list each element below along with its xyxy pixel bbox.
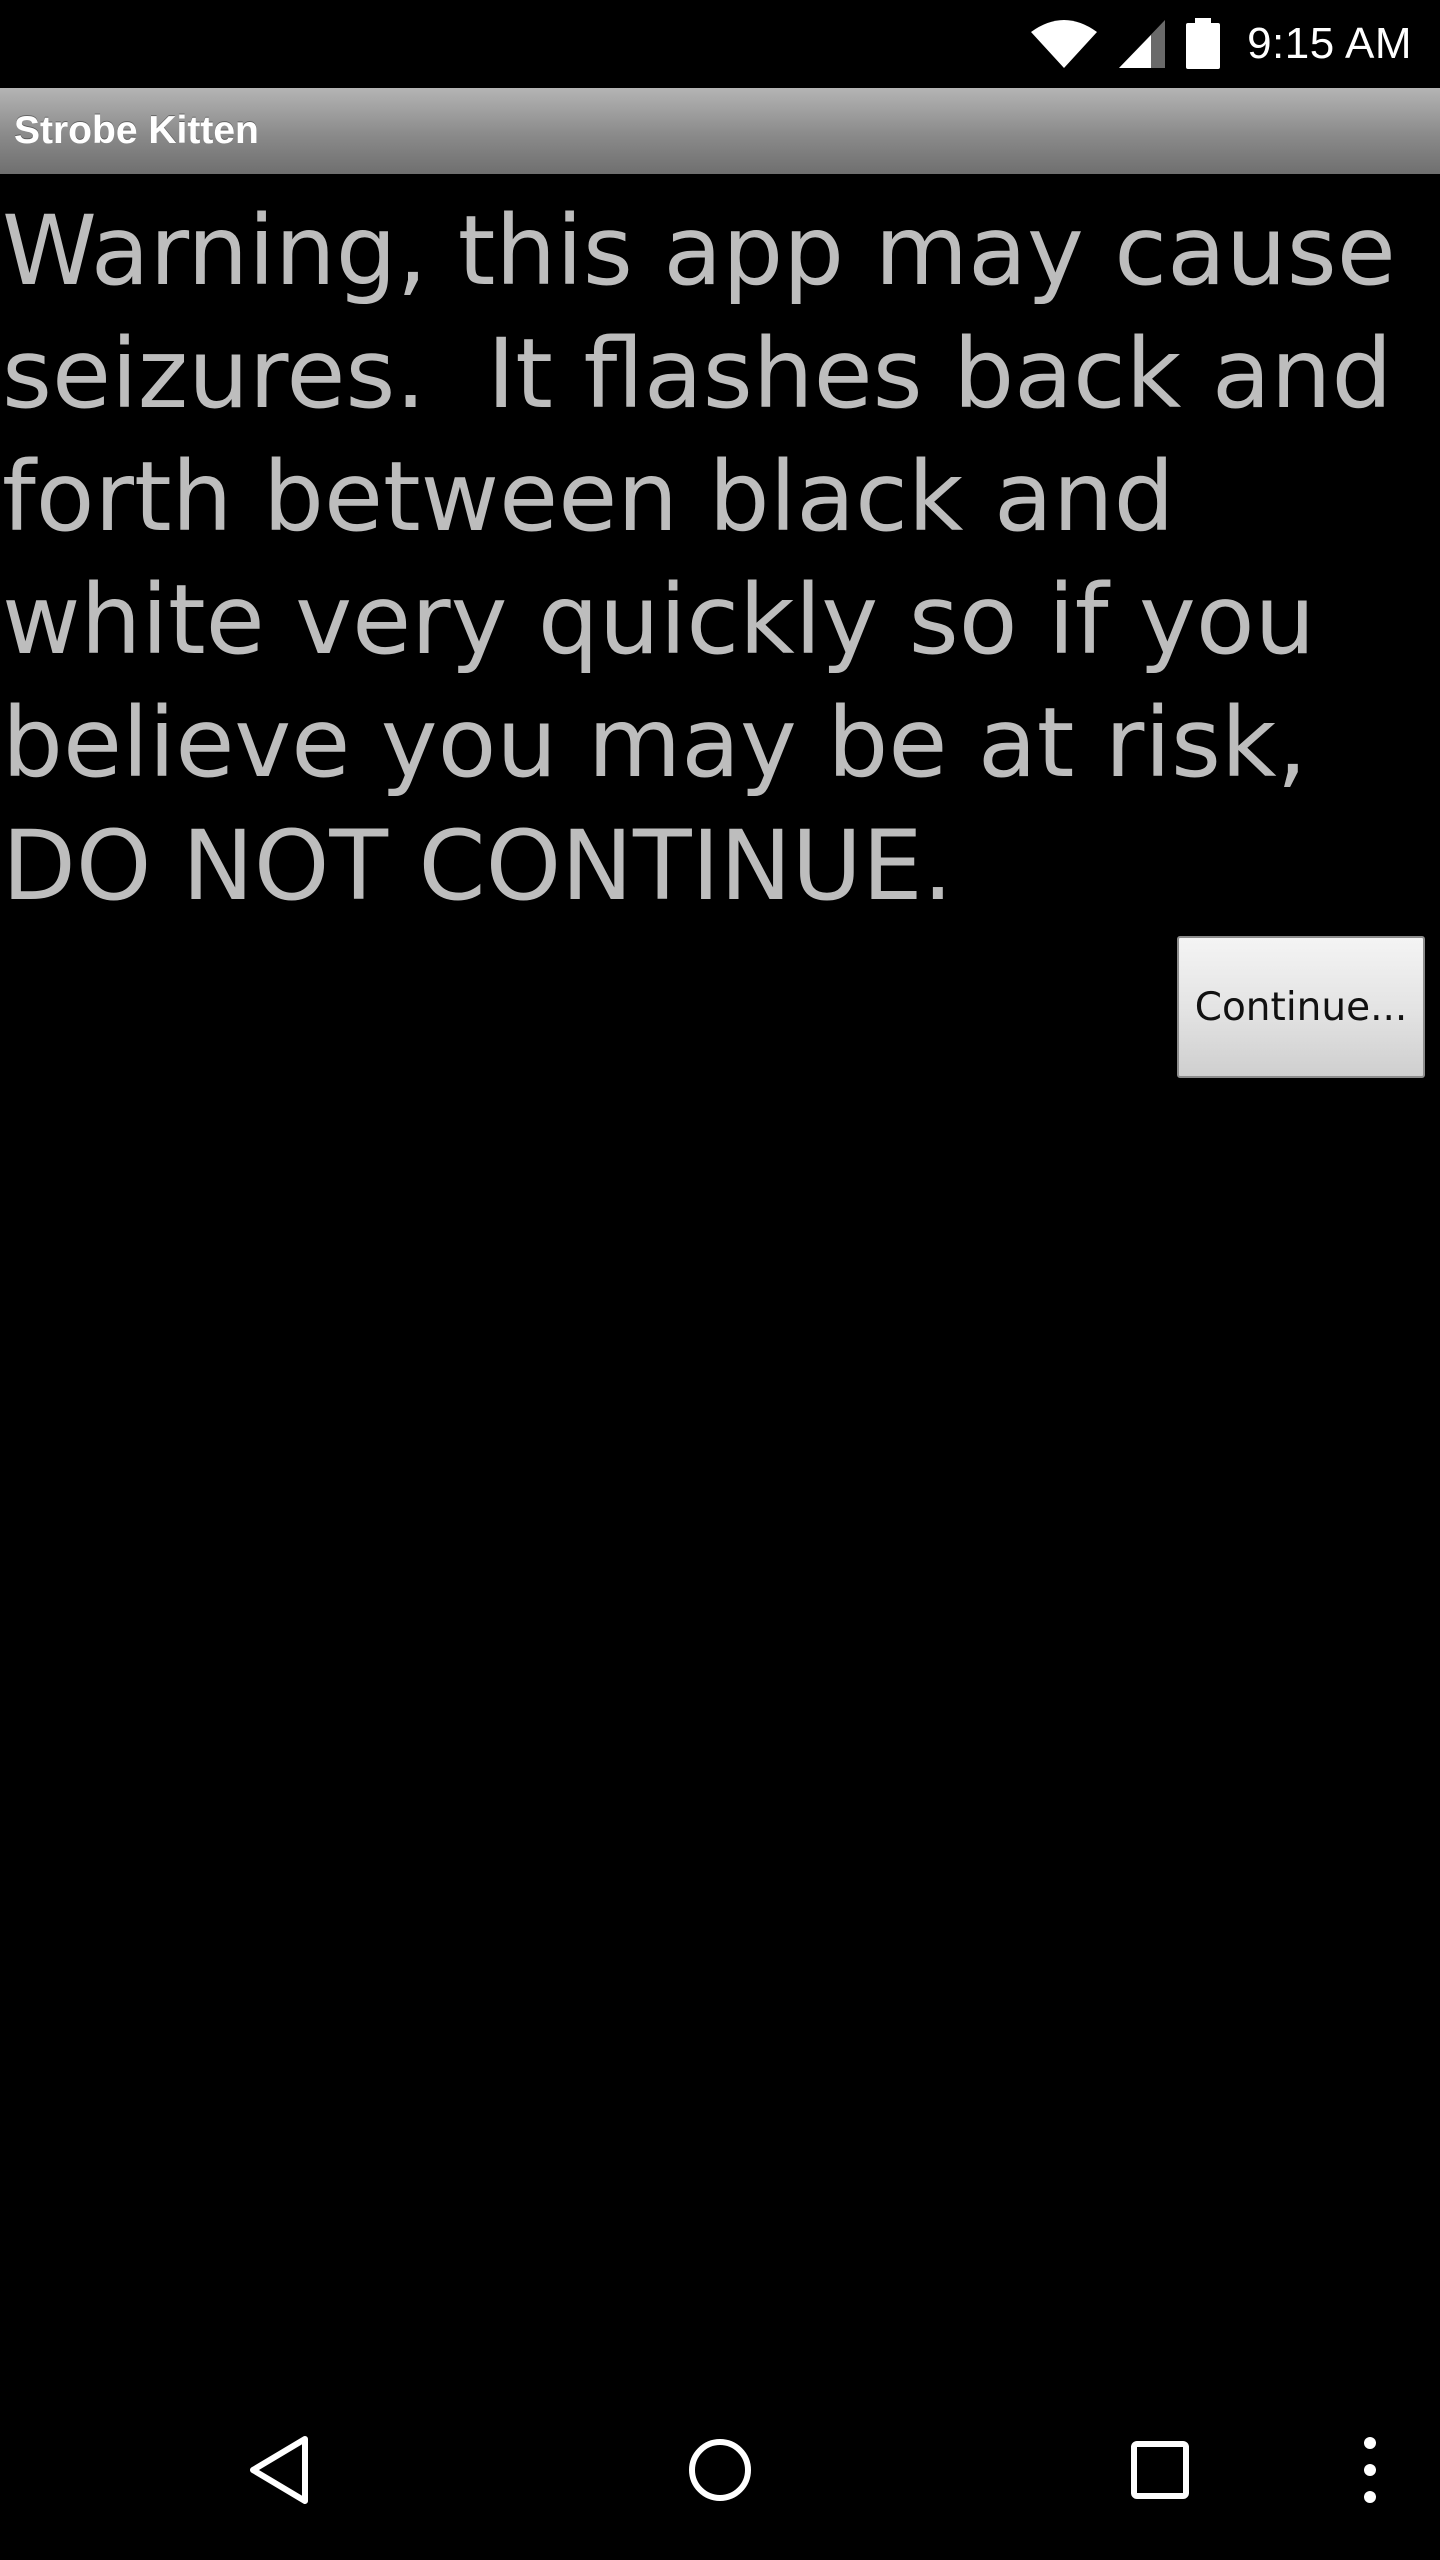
battery-icon bbox=[1185, 18, 1221, 70]
status-icons: 9:15 AM bbox=[1029, 0, 1412, 88]
home-icon bbox=[685, 2435, 755, 2510]
status-bar: 9:15 AM bbox=[0, 0, 1440, 88]
continue-button[interactable]: Continue... bbox=[1177, 936, 1425, 1078]
recents-icon bbox=[1129, 2439, 1191, 2506]
back-icon bbox=[247, 2434, 313, 2511]
back-button[interactable] bbox=[230, 2384, 330, 2560]
app-title: Strobe Kitten bbox=[14, 109, 259, 152]
wifi-icon bbox=[1029, 18, 1099, 70]
home-button[interactable] bbox=[670, 2384, 770, 2560]
navigation-bar bbox=[0, 2384, 1440, 2560]
app-title-bar: Strobe Kitten bbox=[0, 88, 1440, 174]
status-clock: 9:15 AM bbox=[1247, 19, 1412, 68]
main-content: Warning, this app may cause seizures. It… bbox=[0, 174, 1440, 2384]
overflow-menu-button[interactable] bbox=[1340, 2384, 1400, 2560]
overflow-menu-icon bbox=[1360, 2435, 1380, 2510]
recents-button[interactable] bbox=[1110, 2384, 1210, 2560]
cell-signal-icon bbox=[1117, 18, 1167, 70]
seizure-warning-text: Warning, this app may cause seizures. It… bbox=[2, 195, 1427, 922]
